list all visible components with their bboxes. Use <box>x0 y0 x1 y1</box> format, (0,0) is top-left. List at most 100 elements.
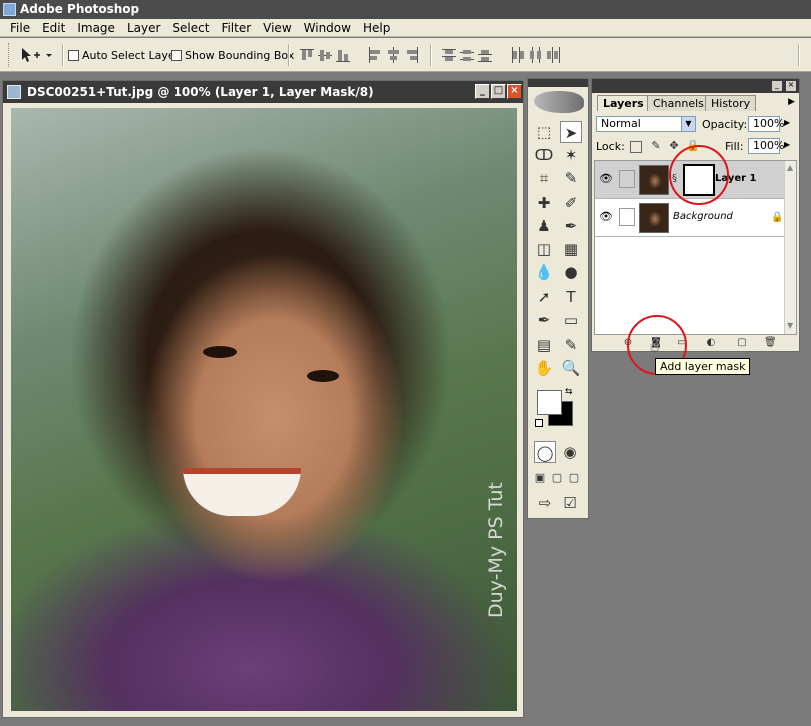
type-tool-icon[interactable]: T <box>560 286 582 308</box>
menu-select[interactable]: Select <box>166 21 215 35</box>
palette-minimize-button[interactable]: _ <box>772 81 782 91</box>
quick-mask-mode-icon[interactable]: ◉ <box>559 441 581 463</box>
clone-stamp-tool-icon[interactable]: ♟ <box>533 215 555 237</box>
options-bar: Auto Select Layer Show Bounding Box <box>0 38 811 72</box>
menu-image[interactable]: Image <box>71 21 121 35</box>
gradient-tool-icon[interactable]: ▦ <box>560 238 582 260</box>
brush-tool-icon[interactable]: ✐ <box>560 192 582 214</box>
slice-tool-icon[interactable]: ✎ <box>560 167 582 189</box>
close-button[interactable]: × <box>507 84 522 99</box>
menu-filter[interactable]: Filter <box>215 21 257 35</box>
create-new-layer-icon[interactable]: ▢ <box>736 337 748 349</box>
align-horizontal-centers-icon[interactable] <box>386 47 400 63</box>
lock-transparent-pixels-icon[interactable] <box>630 141 642 153</box>
imageready-icon[interactable]: ☑ <box>559 492 581 514</box>
crop-tool-icon[interactable]: ⌗ <box>533 167 555 189</box>
distribute-bottom-edges-icon[interactable] <box>478 47 492 63</box>
pen-tool-icon[interactable]: ✒ <box>533 309 555 331</box>
foreground-color-swatch[interactable] <box>537 390 562 415</box>
layer-thumbnail[interactable] <box>639 203 669 233</box>
default-colors-icon[interactable] <box>535 419 543 427</box>
magic-wand-tool-icon[interactable]: ✶ <box>560 144 582 166</box>
marquee-tool-icon[interactable]: ⬚ <box>533 121 555 143</box>
distribute-vertical-centers-icon[interactable] <box>460 47 474 63</box>
fill-slider-arrow-icon[interactable]: ▶ <box>784 140 790 149</box>
layer-link-box[interactable] <box>619 208 635 226</box>
fill-input[interactable]: 100% <box>748 138 784 154</box>
move-tool-preset-button[interactable] <box>18 46 58 64</box>
standard-screen-mode-icon[interactable]: ▣ <box>532 467 548 489</box>
lasso-tool-icon[interactable]: ↀ <box>533 144 555 166</box>
menu-file[interactable]: File <box>4 21 36 35</box>
auto-select-layer-checkbox[interactable]: Auto Select Layer <box>68 49 179 62</box>
layer-thumbnail[interactable] <box>639 165 669 195</box>
eye-icon[interactable]: 👁 <box>599 211 613 223</box>
distribute-horizontal-centers-icon[interactable] <box>528 47 542 63</box>
swap-colors-icon[interactable]: ⇆ <box>565 387 573 397</box>
zoom-tool-icon[interactable]: 🔍 <box>560 357 582 379</box>
palette-close-button[interactable]: × <box>786 81 796 91</box>
tab-layers[interactable]: Layers <box>597 95 650 111</box>
show-bounding-box-label: Show Bounding Box <box>185 49 295 62</box>
standard-mode-icon[interactable]: ◯ <box>534 441 556 463</box>
layer-mask-indicator-icon[interactable] <box>619 170 635 188</box>
photo-smile <box>183 468 301 516</box>
menu-view[interactable]: View <box>257 21 297 35</box>
scroll-up-icon[interactable]: ▲ <box>787 163 793 172</box>
dodge-tool-icon[interactable]: ● <box>560 261 582 283</box>
document-title-bar[interactable]: DSC00251+Tut.jpg @ 100% (Layer 1, Layer … <box>3 81 523 103</box>
highlight-circle-mask-thumbnail <box>669 145 729 205</box>
delete-layer-icon[interactable]: 🗑 <box>764 337 777 349</box>
menu-edit[interactable]: Edit <box>36 21 71 35</box>
menu-window[interactable]: Window <box>298 21 357 35</box>
checkbox-box <box>68 50 79 61</box>
distribute-top-edges-icon[interactable] <box>442 47 456 63</box>
full-screen-mode-icon[interactable]: ▢ <box>566 467 582 489</box>
jump-to-imageready-icon[interactable]: ⇨ <box>534 492 556 514</box>
layers-scrollbar[interactable]: ▲ ▼ <box>784 161 796 334</box>
minimize-button[interactable]: _ <box>475 84 490 99</box>
healing-brush-tool-icon[interactable]: ✚ <box>533 192 555 214</box>
align-right-edges-icon[interactable] <box>404 47 418 63</box>
create-adjustment-layer-icon[interactable]: ◐ <box>705 337 717 349</box>
lock-position-icon[interactable]: ✥ <box>668 140 680 152</box>
distribute-right-edges-icon[interactable] <box>546 47 560 63</box>
watermark: Duy-My PS Tut <box>473 388 513 618</box>
notes-tool-icon[interactable]: ▤ <box>533 334 555 356</box>
layer-row-background[interactable]: 👁 Background 🔒 <box>595 199 785 237</box>
palette-header[interactable]: _ × <box>592 79 799 93</box>
full-screen-menu-mode-icon[interactable]: ▢ <box>549 467 565 489</box>
opacity-input[interactable]: 100% <box>748 116 784 132</box>
history-brush-tool-icon[interactable]: ✒ <box>560 215 582 237</box>
hand-tool-icon[interactable]: ✋ <box>533 357 555 379</box>
eyedropper-tool-icon[interactable]: ✎ <box>560 334 582 356</box>
menu-layer[interactable]: Layer <box>121 21 166 35</box>
align-left-edges-icon[interactable] <box>368 47 382 63</box>
move-tool-icon[interactable]: ➤ <box>560 121 582 143</box>
shape-tool-icon[interactable]: ▭ <box>560 309 582 331</box>
eraser-tool-icon[interactable]: ◫ <box>533 238 555 260</box>
show-bounding-box-checkbox[interactable]: Show Bounding Box <box>171 49 294 62</box>
blur-tool-icon[interactable]: 💧 <box>533 261 555 283</box>
align-vertical-centers-icon[interactable] <box>318 47 332 63</box>
toolbox-header[interactable] <box>528 79 588 87</box>
feather-logo-icon[interactable] <box>534 91 584 113</box>
palette-menu-arrow-icon[interactable]: ▶ <box>788 97 795 107</box>
scroll-down-icon[interactable]: ▼ <box>787 321 793 330</box>
options-grip[interactable] <box>8 43 10 67</box>
eye-icon[interactable]: 👁 <box>599 173 613 185</box>
document-title: DSC00251+Tut.jpg @ 100% (Layer 1, Layer … <box>27 85 374 99</box>
align-bottom-edges-icon[interactable] <box>336 47 350 63</box>
menu-help[interactable]: Help <box>357 21 396 35</box>
lock-image-pixels-icon[interactable]: ✎ <box>650 140 662 152</box>
path-selection-tool-icon[interactable]: ➚ <box>533 286 555 308</box>
align-top-edges-icon[interactable] <box>300 47 314 63</box>
distribute-left-edges-icon[interactable] <box>510 47 524 63</box>
blend-mode-select[interactable]: Normal ▼ <box>596 116 696 132</box>
maximize-button[interactable]: □ <box>491 84 506 99</box>
opacity-slider-arrow-icon[interactable]: ▶ <box>784 118 790 127</box>
tab-channels[interactable]: Channels <box>647 95 710 111</box>
tab-history[interactable]: History <box>705 95 757 111</box>
auto-select-layer-label: Auto Select Layer <box>82 49 180 62</box>
image-canvas[interactable]: Duy-My PS Tut <box>11 108 517 711</box>
